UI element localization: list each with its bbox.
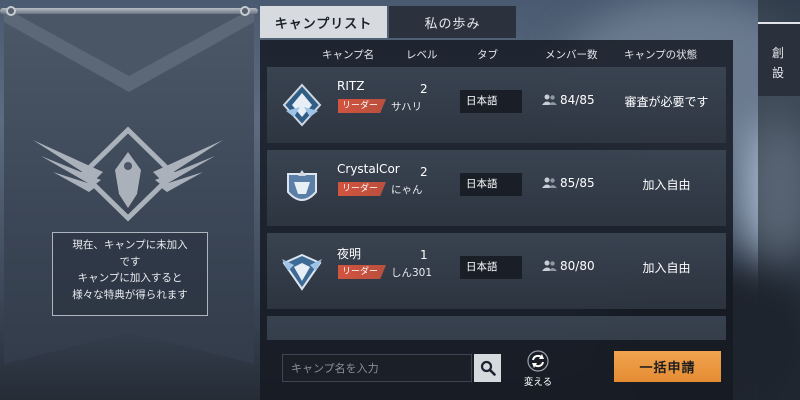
not-in-camp-notice: 現在、キャンプに未加入 です キャンプに加入すると 様々な特典が得られます: [52, 232, 208, 316]
refresh-button[interactable]: 変える: [522, 350, 554, 390]
leader-tag: リーダー: [338, 265, 386, 279]
camp-name: 夜明: [337, 247, 362, 261]
people-icon: [542, 260, 557, 271]
leader-tag: リーダー: [338, 182, 386, 196]
notice-line: キャンプに加入すると: [77, 272, 183, 284]
leader-name: サハリ: [391, 101, 423, 113]
banner-ring-left: [6, 6, 16, 16]
camp-status: 加入自由: [642, 178, 691, 192]
camp-level: 2: [420, 82, 428, 96]
camp-badge-icon: [282, 253, 322, 291]
camp-row[interactable]: CrystalCor リーダー にゃん 2 日本語 85/85 加入自由: [267, 150, 726, 226]
people-icon: [542, 94, 557, 105]
column-header-status: キャンプの状態: [624, 49, 698, 61]
leader-name: にゃん: [391, 184, 423, 196]
search-button[interactable]: [474, 354, 501, 382]
camp-language-tag: 日本語: [460, 256, 522, 279]
refresh-label: 変える: [523, 377, 553, 388]
camp-name: RITZ: [337, 79, 365, 93]
banner-rod: [0, 8, 258, 14]
camp-status: 加入自由: [642, 261, 691, 275]
leader-tag: リーダー: [338, 99, 386, 113]
column-header-tab: タブ: [477, 49, 498, 61]
banner-chevron-decoration: [4, 14, 254, 92]
leader-name: しん301: [391, 267, 433, 279]
tab-camp-list[interactable]: キャンプリスト: [260, 6, 387, 38]
refresh-icon: [527, 350, 549, 372]
create-tab-char: 創: [772, 46, 785, 60]
camp-row[interactable]: 夜明 リーダー しん301 1 日本語 80/80 加入自由: [267, 233, 726, 309]
camp-level: 2: [420, 165, 428, 179]
banner-ring-right: [240, 6, 250, 16]
camp-list-panel[interactable]: キャンプ名 レベル タブ メンバー数 キャンプの状態 RITZ リーダー サハリ…: [260, 40, 733, 340]
camp-language-tag: 日本語: [460, 90, 522, 113]
bulk-apply-button[interactable]: 一括申請: [614, 351, 721, 382]
column-header-members: メンバー数: [545, 49, 598, 61]
tab-my-history[interactable]: 私の歩み: [389, 6, 516, 38]
camp-banner: 現在、キャンプに未加入 です キャンプに加入すると 様々な特典が得られます: [0, 0, 258, 400]
camp-language-tag: 日本語: [460, 173, 522, 196]
camp-row[interactable]: RITZ リーダー サハリ 2 日本語 84/85 審査が必要です: [267, 67, 726, 143]
column-header-level: レベル: [406, 49, 438, 61]
column-header-name: キャンプ名: [322, 49, 375, 61]
notice-line: 様々な特典が得られます: [72, 288, 188, 301]
create-tab-char: 設: [772, 66, 785, 80]
camp-search-bar: 変える 一括申請: [260, 340, 733, 400]
camp-name-search-input[interactable]: [282, 354, 472, 382]
camp-members: 84/85: [542, 93, 595, 107]
notice-line: です: [119, 255, 141, 268]
camp-name: CrystalCor: [337, 162, 400, 176]
camp-members: 80/80: [542, 259, 595, 273]
camp-members: 85/85: [542, 176, 595, 190]
notice-line: 現在、キャンプに未加入: [72, 239, 188, 251]
camp-badge-icon: [287, 170, 317, 201]
camp-status: 審査が必要です: [624, 95, 709, 109]
camp-level: 1: [420, 248, 428, 262]
create-camp-tab[interactable]: 創 設: [758, 22, 800, 96]
eagle-emblem-icon: [33, 126, 223, 222]
camp-badge-icon: [282, 83, 322, 127]
member-count: 80/80: [560, 259, 595, 273]
search-icon: [480, 360, 496, 376]
people-icon: [542, 177, 557, 188]
member-count: 85/85: [560, 176, 595, 190]
member-count: 84/85: [560, 93, 595, 107]
camp-row-partial[interactable]: [267, 316, 726, 340]
